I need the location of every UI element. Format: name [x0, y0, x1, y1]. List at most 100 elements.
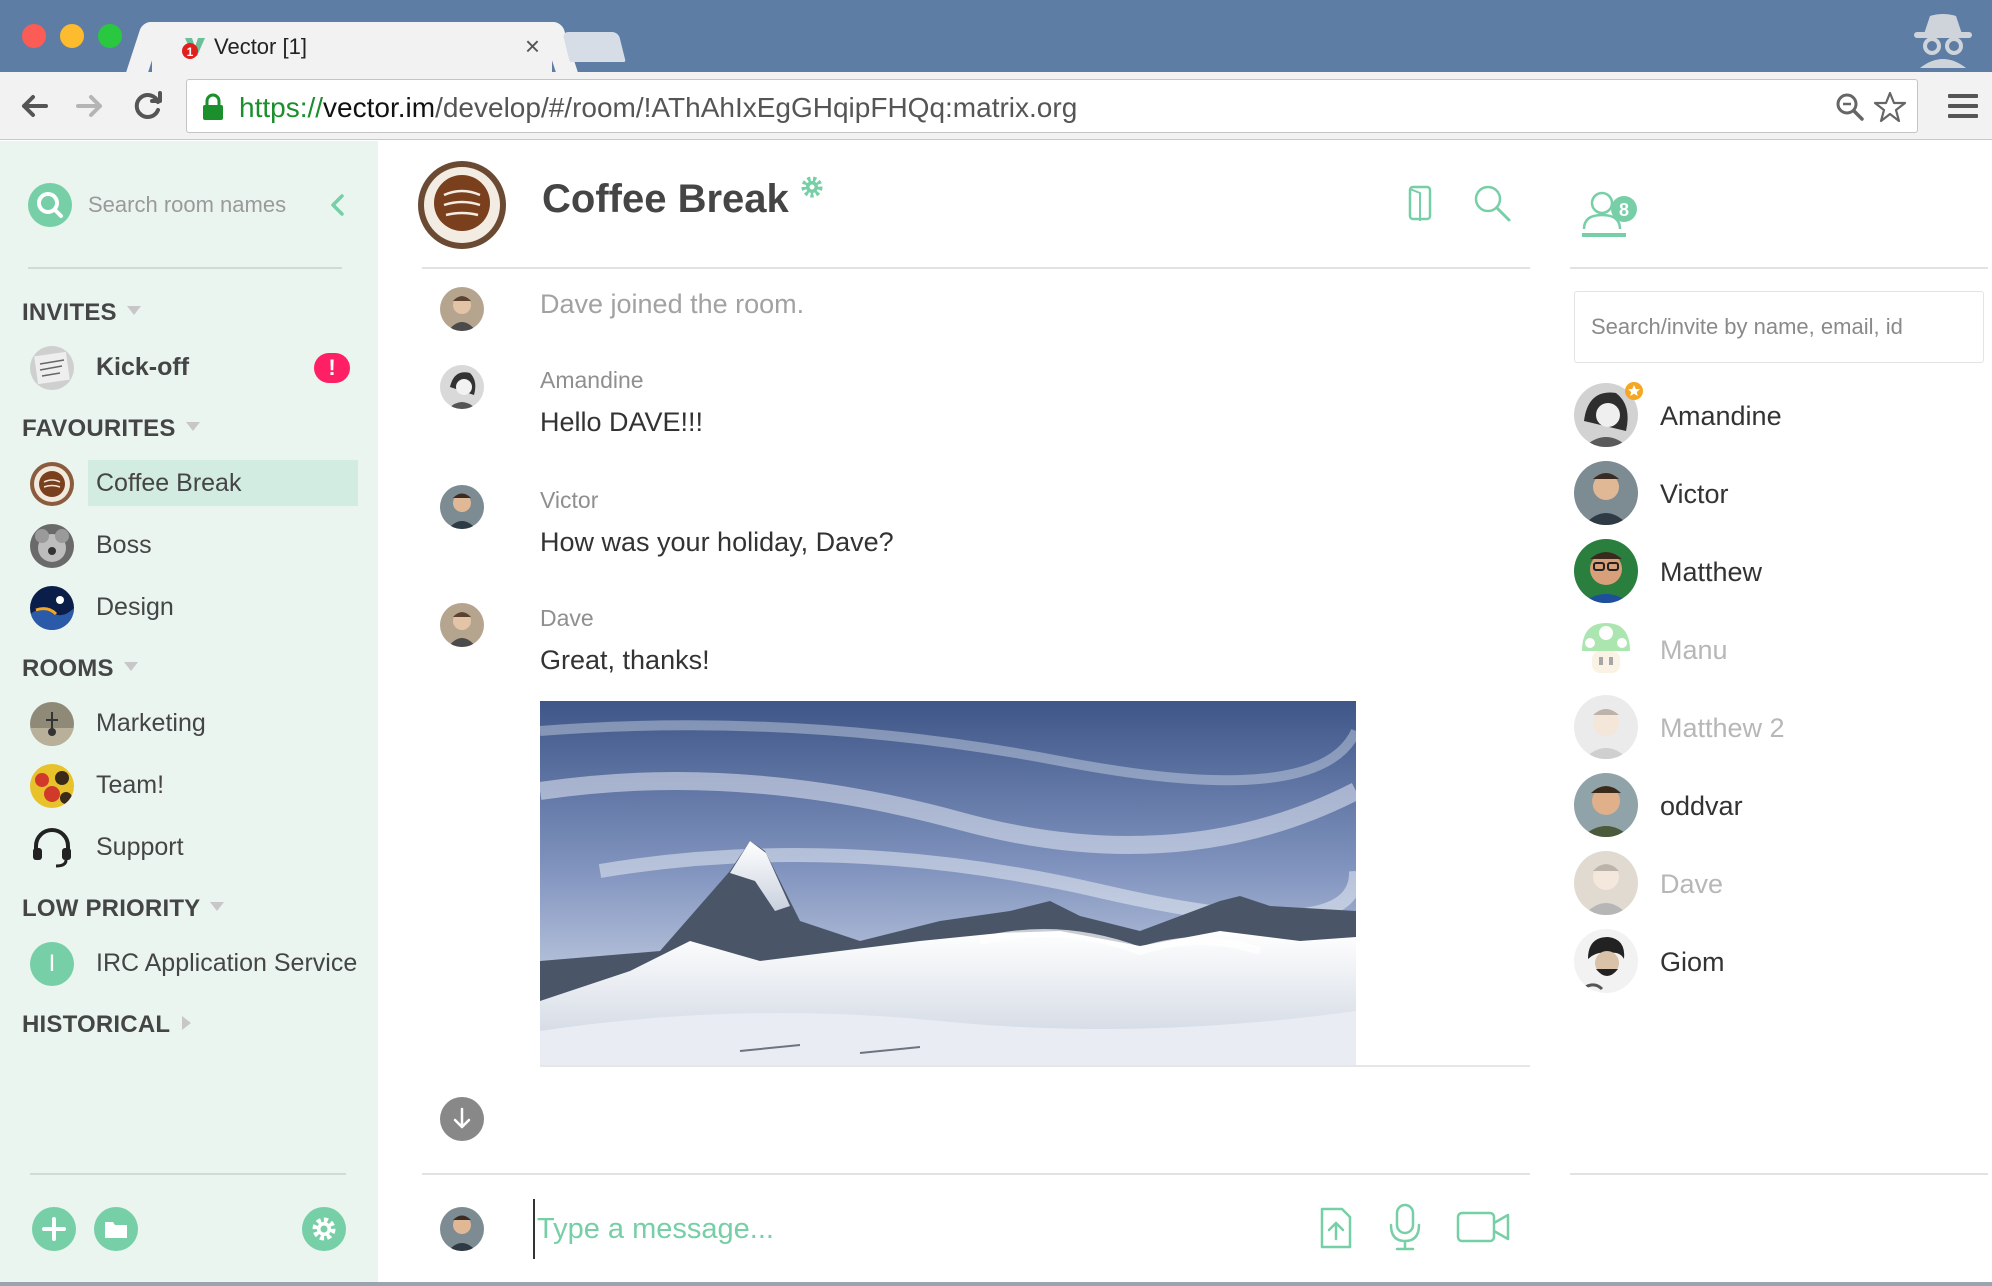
member-count: 8 [1619, 200, 1629, 220]
address-bar[interactable]: https://vector.im/develop/#/room/!AThAhI… [186, 79, 1918, 133]
zoom-icon[interactable] [1835, 92, 1865, 122]
room-item-marketing[interactable]: Marketing [28, 697, 358, 749]
member-item[interactable]: Giom [1574, 929, 1974, 995]
jump-to-bottom-button[interactable] [440, 1097, 484, 1141]
search-icon[interactable] [1472, 183, 1512, 223]
divider [422, 267, 1530, 269]
room-search [28, 183, 348, 227]
divider [1570, 267, 1988, 269]
headset-icon [30, 826, 74, 870]
settings-button[interactable] [302, 1207, 346, 1251]
message-body: How was your holiday, Dave? [540, 527, 894, 557]
avatar [1574, 617, 1638, 681]
search-icon[interactable] [28, 183, 72, 227]
member-item[interactable]: Matthew [1574, 539, 1974, 605]
new-tab-button[interactable] [562, 32, 626, 62]
room-item-support[interactable]: Support [28, 821, 358, 873]
room-view: Coffee Break Dave joined the room. Amand… [378, 141, 1530, 1286]
upload-icon[interactable] [1316, 1201, 1356, 1253]
member-item[interactable]: Manu [1574, 617, 1974, 683]
notification-badge: ! [314, 353, 350, 383]
member-item[interactable]: Dave [1574, 851, 1974, 917]
section-header-rooms[interactable]: ROOMS [22, 655, 138, 683]
member-item[interactable]: Amandine [1574, 382, 1974, 449]
room-header-avatar[interactable] [418, 161, 506, 249]
url-path: /develop/#/room/!AThAhIxEgGHqipFHQq:matr… [435, 92, 1078, 123]
forward-arrow-icon[interactable] [72, 88, 108, 124]
sender-name[interactable]: Victor [540, 487, 598, 514]
room-item-design[interactable]: Design [28, 581, 358, 633]
divider [1570, 1173, 1988, 1175]
room-name: Team! [96, 771, 165, 799]
room-directory-button[interactable] [94, 1207, 138, 1251]
vector-favicon-icon: 1 [182, 38, 205, 59]
browser-toolbar: https://vector.im/develop/#/room/!AThAhI… [0, 72, 1992, 140]
room-title[interactable]: Coffee Break [542, 177, 789, 222]
avatar[interactable] [440, 287, 484, 331]
video-call-icon[interactable] [1456, 1201, 1510, 1253]
room-search-input[interactable] [88, 189, 308, 221]
microphone-icon[interactable] [1388, 1201, 1422, 1253]
message-composer-input[interactable] [533, 1199, 1133, 1259]
room-item-irc-application-service[interactable]: I IRC Application Service [28, 937, 358, 989]
message-body: Hello DAVE!!! [540, 407, 704, 437]
reload-icon[interactable] [130, 88, 166, 124]
divider [540, 1065, 1530, 1067]
section-label: HISTORICAL [22, 1011, 171, 1038]
collapse-sidebar-icon[interactable] [326, 191, 350, 219]
active-tab-indicator [1582, 233, 1626, 237]
member-item[interactable]: Matthew 2 [1574, 695, 1974, 761]
my-avatar [440, 1207, 484, 1251]
section-header-invites[interactable]: INVITES [22, 299, 141, 327]
section-label: INVITES [22, 299, 117, 326]
membership-event: Dave joined the room. [540, 289, 805, 319]
room-name: IRC Application Service [96, 949, 358, 977]
sender-name[interactable]: Dave [540, 605, 594, 632]
room-avatar [30, 462, 74, 506]
section-label: FAVOURITES [22, 415, 176, 442]
room-item-coffee-break[interactable]: Coffee Break [28, 457, 358, 509]
member-name: Amandine [1660, 401, 1782, 431]
avatar[interactable] [440, 365, 484, 409]
image-attachment[interactable] [540, 701, 1356, 1065]
tab-close-icon[interactable]: × [525, 31, 540, 62]
leave-room-icon[interactable] [1400, 183, 1440, 223]
back-arrow-icon[interactable] [16, 88, 52, 124]
member-search-input[interactable] [1574, 291, 1984, 363]
bookmark-star-icon[interactable] [1873, 90, 1907, 124]
browser-menu-icon[interactable] [1948, 92, 1978, 120]
chevron-right-icon [182, 1015, 192, 1030]
browser-window: 1 Vector [1] × https://vector.im/develop… [0, 0, 1992, 1286]
section-header-favourites[interactable]: FAVOURITES [22, 415, 200, 443]
gear-icon [312, 1217, 336, 1241]
member-name: Manu [1660, 635, 1728, 665]
message-body: Great, thanks! [540, 645, 710, 675]
section-header-historical[interactable]: HISTORICAL [22, 1011, 192, 1039]
create-room-button[interactable] [32, 1207, 76, 1251]
room-name: Boss [96, 531, 152, 559]
room-item-team[interactable]: Team! [28, 759, 358, 811]
room-item-boss[interactable]: Boss [28, 519, 358, 571]
browser-tab-active[interactable]: 1 Vector [1] × [152, 22, 552, 74]
member-list-panel: 8 Amandine Victor Matthew [1530, 141, 1992, 1286]
member-item[interactable]: Victor [1574, 461, 1974, 527]
minimize-window-button[interactable] [60, 24, 84, 48]
folder-icon [105, 1222, 127, 1238]
room-avatar [30, 586, 74, 630]
member-item[interactable]: oddvar [1574, 773, 1974, 839]
section-header-low-priority[interactable]: LOW PRIORITY [22, 895, 225, 923]
section-label: LOW PRIORITY [22, 895, 201, 922]
avatar [1574, 695, 1638, 759]
url-text: https://vector.im/develop/#/room/!AThAhI… [239, 92, 1077, 124]
url-scheme: https:// [239, 92, 324, 123]
room-name: Support [96, 833, 184, 861]
avatar[interactable] [440, 485, 484, 529]
close-window-button[interactable] [22, 24, 46, 48]
room-settings-gear-icon[interactable] [800, 175, 824, 199]
avatar[interactable] [440, 603, 484, 647]
maximize-window-button[interactable] [98, 24, 122, 48]
room-item-kick-off[interactable]: Kick-off ! [28, 341, 358, 393]
sender-name[interactable]: Amandine [540, 367, 644, 394]
divider [28, 267, 342, 269]
avatar [1574, 851, 1638, 915]
